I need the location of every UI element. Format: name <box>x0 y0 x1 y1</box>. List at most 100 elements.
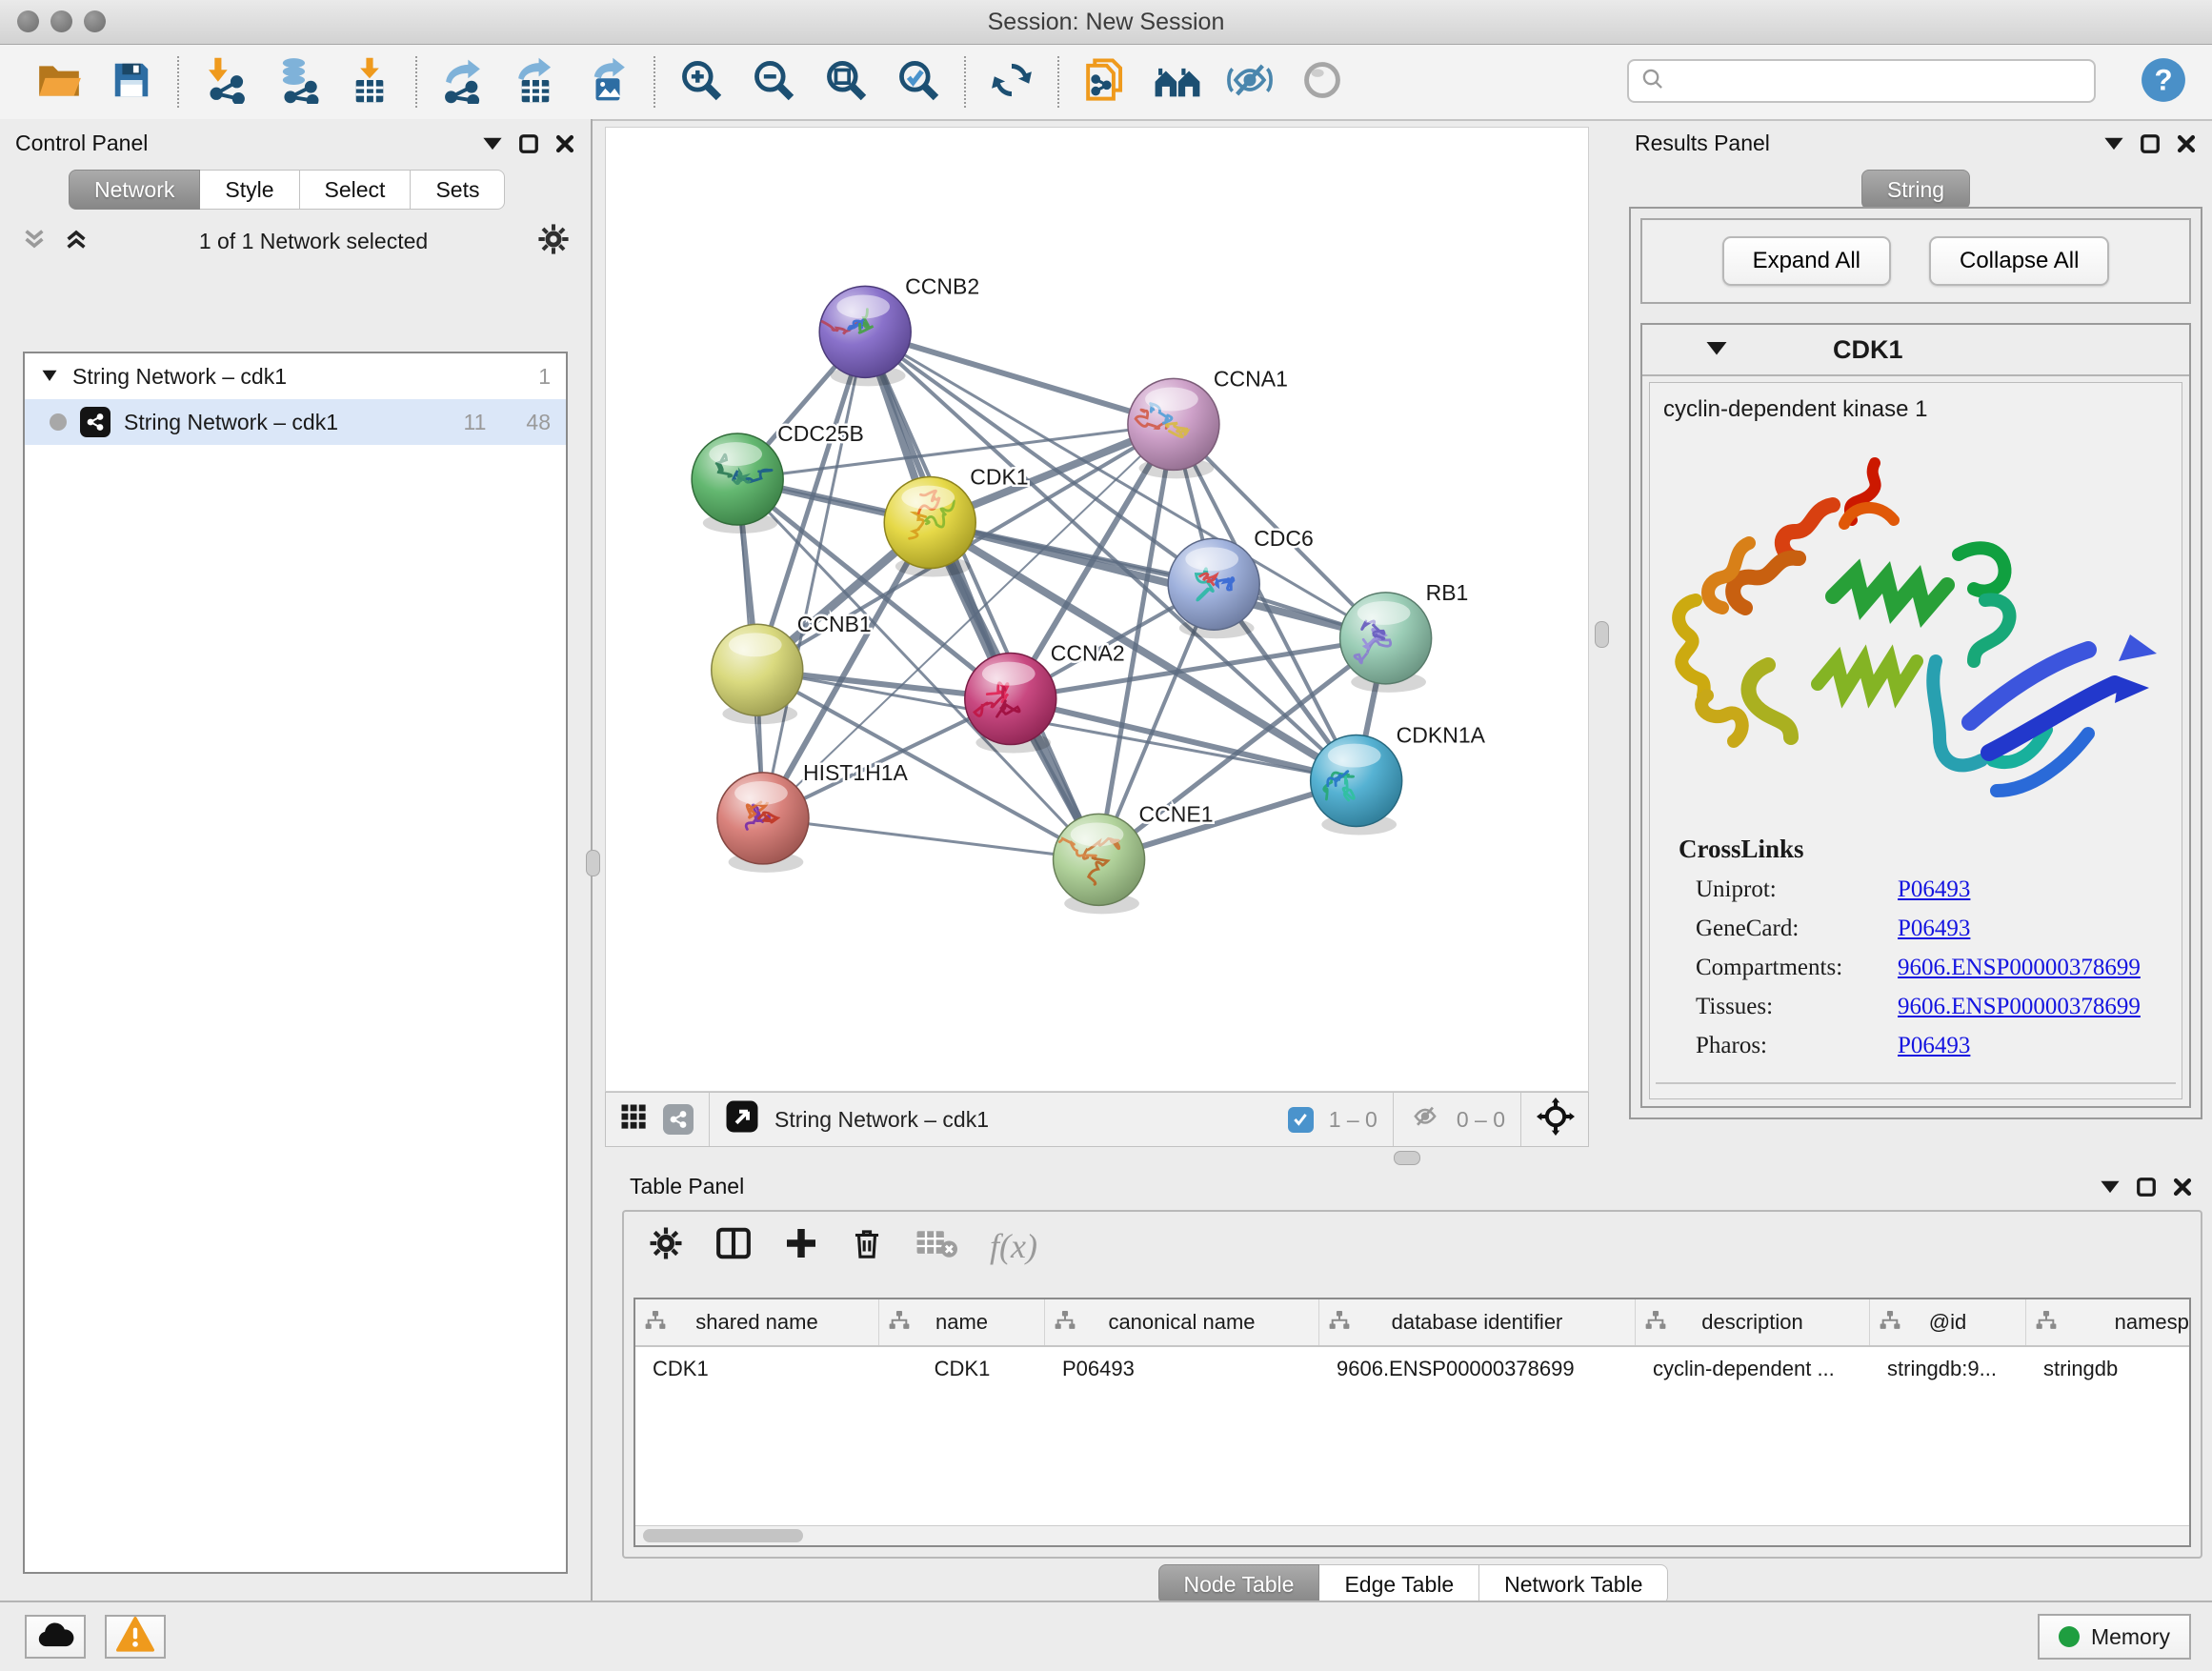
network-node-CCNA1[interactable]: CCNA1 <box>1128 366 1288 478</box>
maximize-panel-button[interactable] <box>518 133 539 154</box>
expand-all-networks-icon[interactable] <box>63 226 90 257</box>
tab-select[interactable]: Select <box>300 170 412 210</box>
import-table-file-button[interactable] <box>333 50 406 113</box>
search-input[interactable] <box>1665 68 2094 94</box>
zoom-in-button[interactable] <box>665 50 737 113</box>
expand-all-button[interactable]: Expand All <box>1722 236 1891 286</box>
horizontal-scrollbar[interactable] <box>635 1525 2189 1545</box>
cloud-status-button[interactable] <box>25 1615 86 1659</box>
table-cell[interactable]: stringdb <box>2026 1347 2191 1391</box>
network-node-RB1[interactable]: RB1 <box>1340 580 1469 693</box>
network-row[interactable]: String Network – cdk1 11 48 <box>25 399 566 445</box>
bottom-splitter-handle[interactable] <box>1394 1151 1420 1165</box>
hidden-eye-slash-icon[interactable] <box>1409 1102 1441 1136</box>
export-network-button[interactable] <box>427 50 499 113</box>
export-image-button[interactable] <box>572 50 644 113</box>
column-header-description[interactable]: description <box>1636 1299 1870 1345</box>
table-row[interactable]: CDK1CDK1P064939606.ENSP00000378699cyclin… <box>635 1347 2189 1391</box>
save-session-button[interactable] <box>95 50 168 113</box>
table-settings-gear-icon[interactable] <box>649 1226 683 1265</box>
column-header-name[interactable]: name <box>879 1299 1045 1345</box>
reset-home-button[interactable] <box>1141 50 1214 113</box>
close-panel-icon[interactable] <box>2176 133 2197 154</box>
expand-caret-icon[interactable] <box>40 364 59 390</box>
add-column-plus-icon[interactable] <box>784 1226 818 1265</box>
tab-string[interactable]: String <box>1861 170 1970 210</box>
help-button[interactable]: ? <box>2140 56 2187 109</box>
tab-node-table[interactable]: Node Table <box>1158 1564 1320 1604</box>
import-network-file-button[interactable] <box>189 50 261 113</box>
table-cell[interactable]: 9606.ENSP00000378699 <box>1319 1347 1636 1391</box>
crosslink-link[interactable]: P06493 <box>1898 1033 1970 1059</box>
network-app-icon[interactable] <box>663 1104 694 1135</box>
tab-edge-table[interactable]: Edge Table <box>1319 1564 1479 1604</box>
tab-network-table[interactable]: Network Table <box>1479 1564 1668 1604</box>
hide-selected-button[interactable] <box>1214 50 1286 113</box>
zoom-fit-button[interactable] <box>810 50 882 113</box>
crosslink-link[interactable]: 9606.ENSP00000378699 <box>1898 955 2141 981</box>
network-options-gear-icon[interactable] <box>537 223 570 260</box>
column-header-canonical-name[interactable]: canonical name <box>1045 1299 1319 1345</box>
memory-button[interactable]: Memory <box>2038 1614 2191 1660</box>
crosslink-link[interactable]: P06493 <box>1898 916 1970 942</box>
zoom-out-button[interactable] <box>737 50 810 113</box>
table-cell[interactable]: stringdb:9... <box>1870 1347 2026 1391</box>
float-panel-button[interactable] <box>2100 1178 2121 1195</box>
network-edge[interactable] <box>865 332 1174 424</box>
function-builder-icon[interactable]: f(x) <box>990 1226 1037 1266</box>
entry-header[interactable]: CDK1 <box>1642 325 2189 376</box>
network-node-HIST1H1A[interactable]: HIST1H1A <box>717 760 909 873</box>
minimize-window-button[interactable] <box>50 10 72 32</box>
network-collection-row[interactable]: String Network – cdk1 1 <box>25 353 566 399</box>
birdseye-view-icon[interactable] <box>725 1099 759 1139</box>
collapse-entry-caret-icon[interactable] <box>1705 339 1728 361</box>
network-edge[interactable] <box>930 523 1385 638</box>
warnings-button[interactable] <box>105 1615 166 1659</box>
float-panel-button[interactable] <box>2103 135 2124 151</box>
network-edge[interactable] <box>763 332 865 818</box>
network-node-CDC25B[interactable]: CDC25B <box>692 421 864 534</box>
show-all-button[interactable] <box>1286 50 1358 113</box>
network-node-CDKN1A[interactable]: CDKN1A <box>1311 722 1486 835</box>
zoom-selected-button[interactable] <box>882 50 955 113</box>
tab-style[interactable]: Style <box>200 170 299 210</box>
fit-content-crosshair-icon[interactable] <box>1537 1097 1575 1141</box>
column-header--id[interactable]: @id <box>1870 1299 2026 1345</box>
scrollbar-thumb[interactable] <box>643 1529 803 1542</box>
close-window-button[interactable] <box>17 10 39 32</box>
search-box[interactable] <box>1627 59 2096 103</box>
close-panel-icon[interactable] <box>2172 1177 2193 1198</box>
import-network-database-button[interactable] <box>261 50 333 113</box>
float-panel-button[interactable] <box>482 135 503 151</box>
close-panel-icon[interactable] <box>554 133 575 154</box>
tab-network[interactable]: Network <box>69 170 200 210</box>
table-cell[interactable]: P06493 <box>1045 1347 1319 1391</box>
right-splitter-handle[interactable] <box>1595 621 1609 648</box>
table-cell[interactable]: CDK1 <box>879 1347 1045 1391</box>
column-header-database-identifier[interactable]: database identifier <box>1319 1299 1636 1345</box>
network-edge[interactable] <box>763 818 1099 859</box>
collapse-all-networks-icon[interactable] <box>21 226 48 257</box>
left-splitter-handle[interactable] <box>586 850 600 876</box>
table-cell[interactable]: cyclin-dependent ... <box>1636 1347 1870 1391</box>
export-table-button[interactable] <box>499 50 572 113</box>
network-node-CCNB2[interactable]: CCNB2 <box>819 273 979 386</box>
column-header-shared-name[interactable]: shared name <box>635 1299 879 1345</box>
refresh-view-button[interactable] <box>975 50 1048 113</box>
table-cell[interactable]: CDK1 <box>635 1347 879 1391</box>
selected-checkbox-icon[interactable] <box>1288 1107 1314 1133</box>
open-network-in-browser-button[interactable] <box>1069 50 1141 113</box>
maximize-panel-button[interactable] <box>2136 1177 2157 1198</box>
column-header-namespace[interactable]: namespace <box>2026 1299 2191 1345</box>
network-view[interactable]: CCNB2CCNA1CDC25BCDK1CDC6RB1CCNB1CCNA2CDK… <box>605 127 1589 1092</box>
collapse-all-button[interactable]: Collapse All <box>1929 236 2109 286</box>
maximize-window-button[interactable] <box>84 10 106 32</box>
grid-view-icon[interactable] <box>619 1102 648 1137</box>
show-columns-icon[interactable] <box>715 1225 752 1266</box>
crosslink-link[interactable]: P06493 <box>1898 876 1970 903</box>
delete-table-icon[interactable] <box>915 1225 957 1266</box>
delete-column-trash-icon[interactable] <box>851 1227 883 1264</box>
open-session-button[interactable] <box>23 50 95 113</box>
tab-sets[interactable]: Sets <box>411 170 505 210</box>
maximize-panel-button[interactable] <box>2140 133 2161 154</box>
